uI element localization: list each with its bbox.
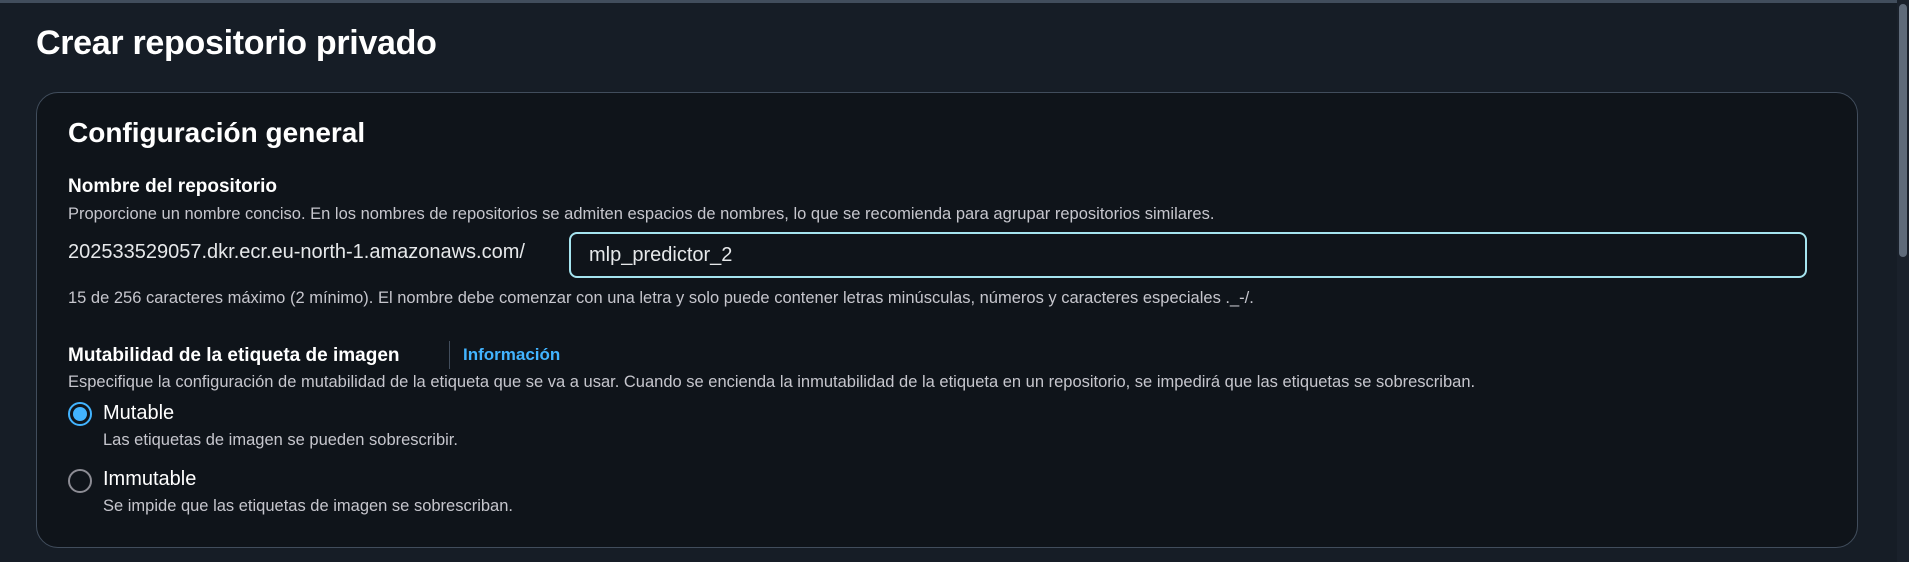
immutable-option-description: Se impide que las etiquetas de imagen se… [103, 497, 513, 515]
immutable-radio[interactable] [68, 469, 92, 493]
mutable-radio-label[interactable]: Mutable [103, 402, 174, 425]
scrollbar-thumb[interactable] [1899, 4, 1907, 257]
mutable-radio[interactable] [68, 402, 92, 426]
mutable-option-description: Las etiquetas de imagen se pueden sobres… [103, 431, 458, 449]
page-title: Crear repositorio privado [36, 24, 437, 62]
repo-name-label: Nombre del repositorio [68, 176, 278, 197]
mutability-description: Especifique la configuración de mutabili… [68, 373, 1476, 391]
mutability-label: Mutabilidad de la etiqueta de imagen [68, 345, 400, 366]
page-scrollbar[interactable] [1897, 0, 1909, 562]
immutable-radio-label[interactable]: Immutable [103, 468, 196, 491]
mutability-info-link[interactable]: Información [463, 345, 560, 365]
section-title: Configuración general [68, 117, 366, 148]
repo-name-description: Proporcione un nombre conciso. En los no… [68, 205, 1215, 223]
top-divider [0, 0, 1897, 3]
repo-name-input[interactable] [569, 232, 1807, 278]
repo-uri-prefix: 202533529057.dkr.ecr.eu-north-1.amazonaw… [68, 241, 525, 263]
info-separator [449, 341, 450, 369]
general-settings-container: Configuración general Nombre del reposit… [36, 92, 1858, 548]
repo-name-constraint: 15 de 256 caracteres máximo (2 mínimo). … [68, 289, 1254, 307]
